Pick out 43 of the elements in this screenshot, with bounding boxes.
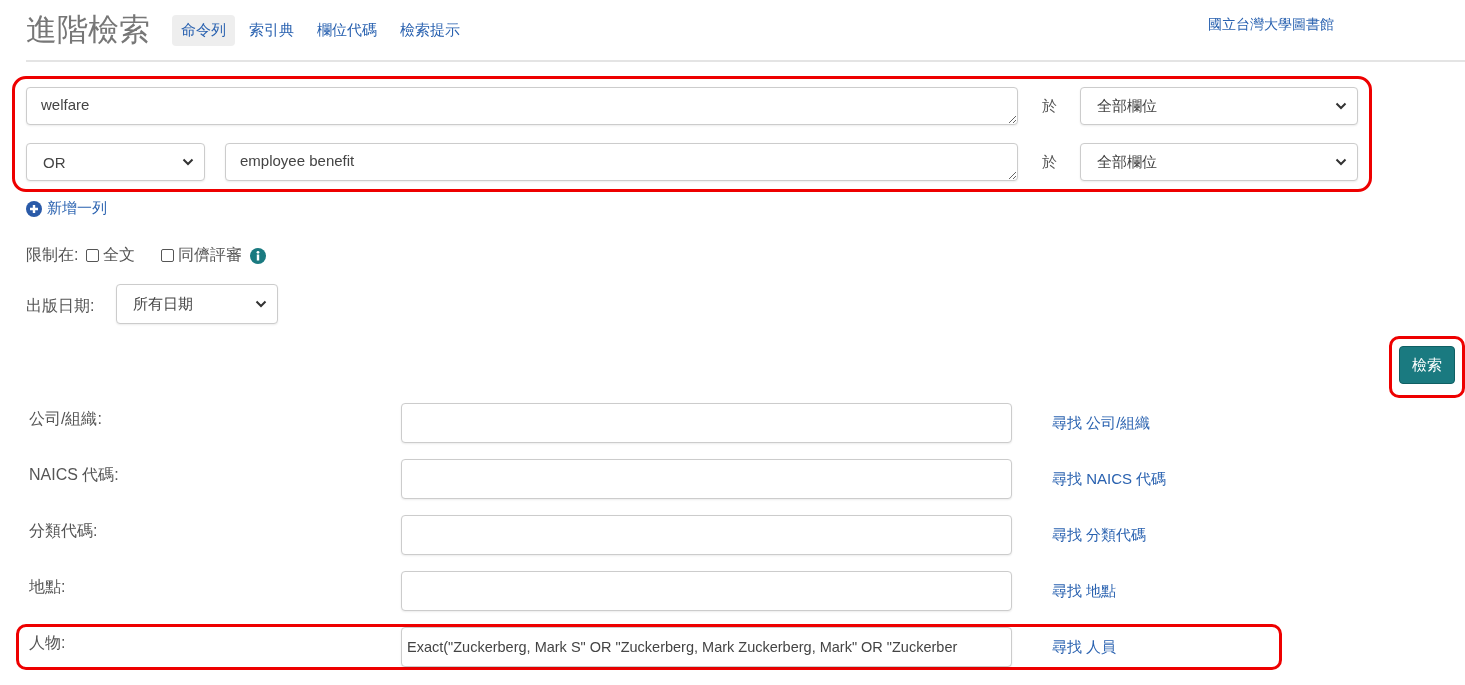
find-link[interactable]: 尋找 地點 bbox=[1052, 581, 1272, 601]
field-label: 分類代碼: bbox=[29, 521, 99, 541]
library-link[interactable]: 國立台灣大學圖書館 bbox=[1208, 16, 1334, 34]
checkbox[interactable] bbox=[161, 249, 175, 262]
checkbox-label: 同儕評審 bbox=[178, 245, 243, 265]
input-field[interactable]: Exact("Zuckerberg, Mark S" OR "Zuckerberg, Mark Zuckerberg, Mark" OR "Zuckerber bbox=[401, 627, 1012, 667]
field-label: 人物: bbox=[29, 633, 67, 653]
input-field[interactable] bbox=[401, 459, 1012, 499]
field-select[interactable]: 全部欄位 bbox=[1080, 87, 1358, 125]
in-label: 於 bbox=[1040, 96, 1058, 116]
info-icon[interactable] bbox=[250, 247, 267, 264]
nav-tab[interactable]: 索引典 bbox=[240, 14, 303, 46]
chevron-icon bbox=[1335, 158, 1347, 166]
chevron-icon bbox=[182, 158, 194, 166]
field-label: 公司/組織: bbox=[29, 409, 103, 429]
input-field[interactable] bbox=[401, 403, 1012, 443]
search-term-field[interactable]: employee benefit bbox=[225, 143, 1018, 181]
find-link[interactable]: 尋找 NAICS 代碼 bbox=[1052, 469, 1272, 489]
search-button[interactable]: 檢索 bbox=[1399, 346, 1455, 384]
find-link[interactable]: 尋找 人員 bbox=[1052, 637, 1272, 657]
date-label: 出版日期: bbox=[26, 296, 95, 316]
search-term-field[interactable]: welfare bbox=[26, 87, 1018, 125]
limit-label: 限制在: bbox=[26, 245, 79, 265]
plus-circle-icon bbox=[26, 200, 42, 217]
date-select[interactable]: 所有日期 bbox=[116, 284, 279, 324]
page-title: 進階檢索 bbox=[26, 11, 150, 49]
in-label: 於 bbox=[1040, 152, 1058, 172]
input-field[interactable] bbox=[401, 515, 1012, 555]
input-field[interactable] bbox=[401, 571, 1012, 611]
nav-tab[interactable]: 檢索提示 bbox=[391, 14, 469, 46]
add-row-link[interactable]: 新增一列 bbox=[26, 199, 107, 218]
nav-tab[interactable]: 命令列 bbox=[172, 14, 235, 46]
chevron-icon bbox=[1335, 102, 1347, 110]
field-label: NAICS 代碼: bbox=[29, 465, 120, 485]
find-link[interactable]: 尋找 公司/組織 bbox=[1052, 413, 1272, 433]
find-link[interactable]: 尋找 分類代碼 bbox=[1052, 525, 1272, 545]
checkbox-label: 全文 bbox=[103, 245, 136, 265]
field-label: 地點: bbox=[29, 577, 67, 597]
nav-tab[interactable]: 欄位代碼 bbox=[308, 14, 386, 46]
checkbox[interactable] bbox=[86, 249, 100, 262]
field-select[interactable]: 全部欄位 bbox=[1080, 143, 1358, 181]
chevron-icon bbox=[255, 300, 268, 308]
operator-select[interactable]: OR bbox=[26, 143, 205, 181]
